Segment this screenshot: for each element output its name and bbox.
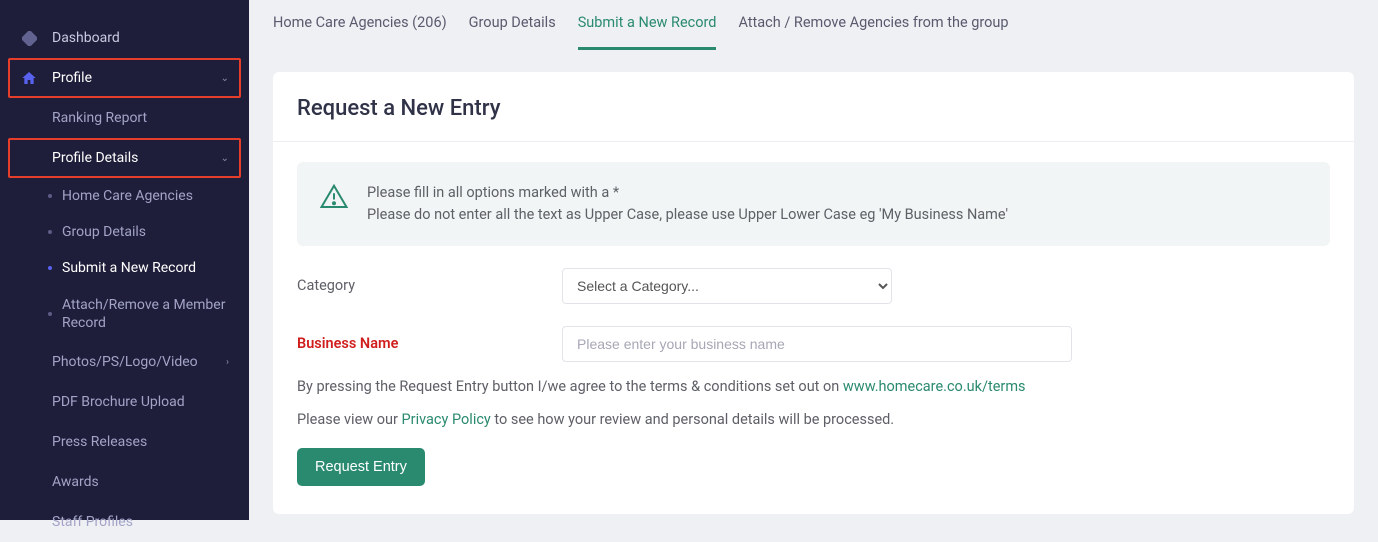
- sidebar-item-ranking-report[interactable]: Ranking Report: [0, 98, 249, 138]
- field-category: Category Select a Category...: [297, 268, 1330, 304]
- dashboard-icon: [20, 29, 38, 47]
- privacy-suffix: to see how your review and personal deta…: [491, 411, 894, 428]
- sidebar-item-pdf-brochure[interactable]: PDF Brochure Upload: [0, 382, 249, 422]
- sidebar-label: Ranking Report: [52, 110, 229, 126]
- category-label: Category: [297, 277, 562, 294]
- warning-icon: [319, 182, 349, 212]
- chevron-down-icon: ⌄: [221, 73, 229, 84]
- request-entry-button[interactable]: Request Entry: [297, 448, 425, 486]
- sidebar-label: Home Care Agencies: [48, 188, 229, 204]
- business-name-input[interactable]: [562, 326, 1072, 362]
- privacy-line: Please view our Privacy Policy to see ho…: [297, 411, 1330, 428]
- spacer-icon: [20, 109, 38, 127]
- sidebar-label: Awards: [52, 474, 229, 490]
- sidebar-label: Profile: [52, 70, 215, 86]
- category-select[interactable]: Select a Category...: [562, 268, 892, 304]
- sidebar-label: Group Details: [48, 224, 229, 240]
- spacer-icon: [20, 513, 38, 531]
- tabs: Home Care Agencies (206) Group Details S…: [249, 0, 1378, 50]
- field-business-name: Business Name: [297, 326, 1330, 362]
- sidebar-label: PDF Brochure Upload: [52, 394, 229, 410]
- terms-prefix: By pressing the Request Entry button I/w…: [297, 378, 843, 395]
- sidebar-item-profile[interactable]: Profile ⌄: [8, 58, 241, 98]
- spacer-icon: [20, 473, 38, 491]
- sidebar-label: Profile Details: [52, 150, 215, 166]
- tab-home-care-agencies[interactable]: Home Care Agencies (206): [273, 14, 447, 50]
- divider: [273, 141, 1354, 142]
- spacer-icon: [20, 149, 38, 167]
- sidebar-label: Submit a New Record: [48, 260, 229, 276]
- sidebar-label: Photos/PS/Logo/Video: [52, 354, 220, 370]
- sidebar-sub-submit-new-record[interactable]: Submit a New Record: [0, 250, 249, 286]
- sidebar-item-press-releases[interactable]: Press Releases: [0, 422, 249, 462]
- alert-text: Please fill in all options marked with a…: [367, 182, 1008, 226]
- sidebar-label: Dashboard: [52, 30, 229, 46]
- sidebar-item-awards[interactable]: Awards: [0, 462, 249, 502]
- sidebar-label: Attach/Remove a Member Record: [48, 296, 229, 332]
- alert-box: Please fill in all options marked with a…: [297, 162, 1330, 246]
- spacer-icon: [20, 393, 38, 411]
- privacy-prefix: Please view our: [297, 411, 402, 428]
- sidebar-item-profile-details[interactable]: Profile Details ⌄: [8, 138, 241, 178]
- alert-line: Please do not enter all the text as Uppe…: [367, 204, 1008, 226]
- page-title: Request a New Entry: [297, 96, 1330, 121]
- panel-request-entry: Request a New Entry Please fill in all o…: [273, 72, 1354, 514]
- alert-line: Please fill in all options marked with a…: [367, 182, 1008, 204]
- home-icon: [20, 69, 38, 87]
- sidebar-sub-group-details[interactable]: Group Details: [0, 214, 249, 250]
- sidebar-item-photos[interactable]: Photos/PS/Logo/Video ›: [0, 342, 249, 382]
- sidebar-label: Press Releases: [52, 434, 229, 450]
- sidebar-sub-home-care-agencies[interactable]: Home Care Agencies: [0, 178, 249, 214]
- sidebar-label: Staff Profiles: [52, 514, 229, 530]
- chevron-right-icon: ›: [226, 357, 229, 368]
- spacer-icon: [20, 353, 38, 371]
- sidebar-sub-attach-remove[interactable]: Attach/Remove a Member Record: [0, 286, 249, 342]
- business-name-label: Business Name: [297, 335, 562, 352]
- privacy-policy-link[interactable]: Privacy Policy: [402, 411, 491, 428]
- tab-attach-remove[interactable]: Attach / Remove Agencies from the group: [738, 14, 1008, 50]
- chevron-down-icon: ⌄: [221, 153, 229, 164]
- spacer-icon: [20, 433, 38, 451]
- tab-group-details[interactable]: Group Details: [469, 14, 556, 50]
- sidebar-item-staff-profiles[interactable]: Staff Profiles: [0, 502, 249, 542]
- sidebar: Dashboard Profile ⌄ Ranking Report Profi…: [0, 0, 249, 520]
- main-content: Home Care Agencies (206) Group Details S…: [249, 0, 1378, 520]
- tab-submit-new-record[interactable]: Submit a New Record: [578, 14, 717, 50]
- sidebar-item-dashboard[interactable]: Dashboard: [0, 18, 249, 58]
- terms-line: By pressing the Request Entry button I/w…: [297, 378, 1330, 395]
- terms-link[interactable]: www.homecare.co.uk/terms: [843, 378, 1026, 395]
